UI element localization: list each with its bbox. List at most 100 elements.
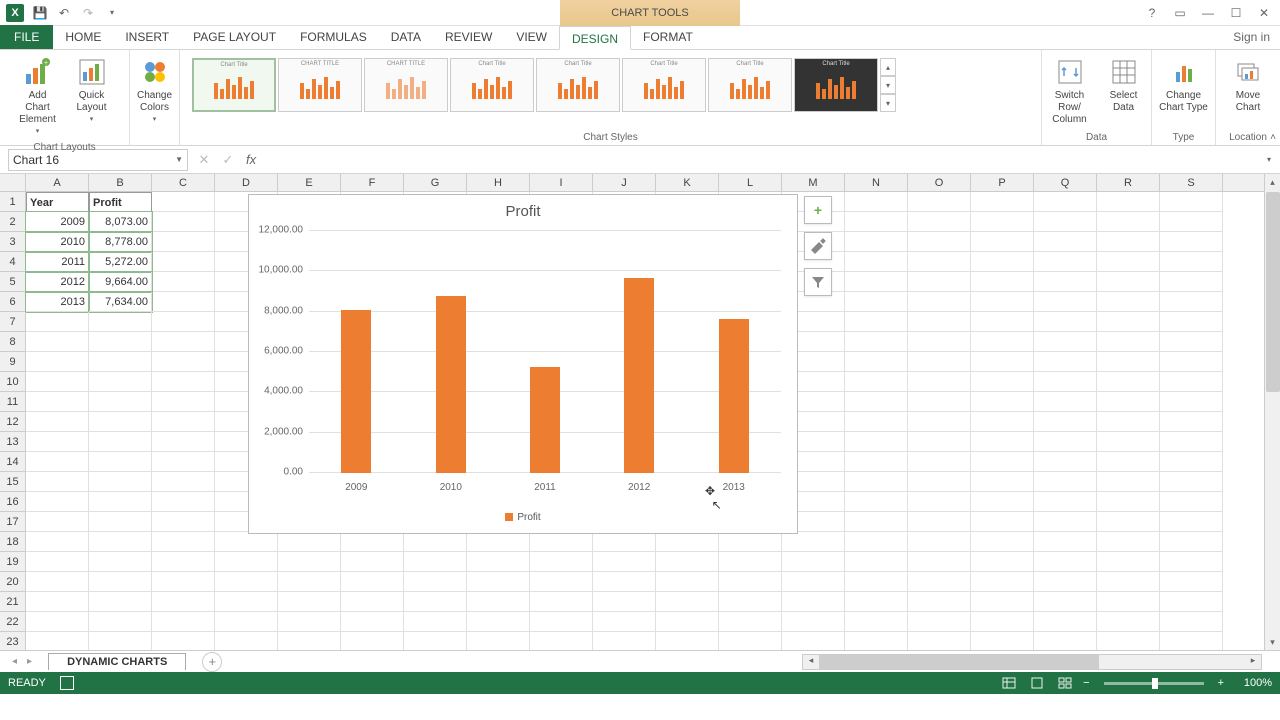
hscroll-right-icon[interactable]: ▸: [1245, 655, 1261, 669]
style-scroll-down[interactable]: ▾: [880, 76, 896, 94]
cell[interactable]: [89, 392, 152, 412]
macro-record-icon[interactable]: [60, 676, 74, 690]
cell[interactable]: [152, 232, 215, 252]
cell[interactable]: [152, 272, 215, 292]
formula-bar-input[interactable]: [262, 149, 1264, 171]
cell[interactable]: [1160, 372, 1223, 392]
chart-filters-button[interactable]: [804, 268, 832, 296]
cell[interactable]: [1097, 512, 1160, 532]
cell[interactable]: [656, 572, 719, 592]
cell[interactable]: [152, 512, 215, 532]
row-header[interactable]: 3: [0, 232, 26, 252]
cell[interactable]: [908, 372, 971, 392]
column-header[interactable]: P: [971, 174, 1034, 191]
cell[interactable]: [971, 592, 1034, 612]
cell[interactable]: [1097, 352, 1160, 372]
bar[interactable]: [341, 310, 371, 473]
sheet-nav-next[interactable]: ▸: [23, 656, 36, 667]
cell[interactable]: [1160, 572, 1223, 592]
cell[interactable]: [404, 532, 467, 552]
bar[interactable]: [719, 319, 749, 473]
cell[interactable]: [908, 252, 971, 272]
cell[interactable]: [971, 232, 1034, 252]
cell[interactable]: [593, 592, 656, 612]
cell[interactable]: [215, 592, 278, 612]
cell[interactable]: [1160, 432, 1223, 452]
cell[interactable]: [719, 552, 782, 572]
cell[interactable]: [404, 612, 467, 632]
cell[interactable]: [278, 592, 341, 612]
cell[interactable]: [908, 572, 971, 592]
cell[interactable]: 2012: [26, 272, 89, 292]
cell[interactable]: [152, 632, 215, 650]
cell[interactable]: [1097, 532, 1160, 552]
cell[interactable]: [971, 572, 1034, 592]
cell[interactable]: [845, 392, 908, 412]
cell[interactable]: [530, 532, 593, 552]
cell[interactable]: [1097, 292, 1160, 312]
cell[interactable]: [89, 452, 152, 472]
cell[interactable]: [26, 432, 89, 452]
cell[interactable]: [1097, 332, 1160, 352]
cell[interactable]: 8,778.00: [89, 232, 152, 252]
select-all-corner[interactable]: [0, 174, 26, 191]
cell[interactable]: [971, 332, 1034, 352]
row-header[interactable]: 18: [0, 532, 26, 552]
row-header[interactable]: 12: [0, 412, 26, 432]
cell[interactable]: [26, 592, 89, 612]
column-header[interactable]: E: [278, 174, 341, 191]
cell[interactable]: [152, 372, 215, 392]
cell[interactable]: [467, 532, 530, 552]
zoom-level[interactable]: 100%: [1232, 677, 1272, 689]
cell[interactable]: [908, 532, 971, 552]
cell[interactable]: [971, 532, 1034, 552]
cell[interactable]: [278, 632, 341, 650]
cell[interactable]: [1097, 472, 1160, 492]
cell[interactable]: [782, 592, 845, 612]
cell[interactable]: [782, 632, 845, 650]
signin-link[interactable]: Sign in: [1233, 25, 1270, 49]
cell[interactable]: [908, 272, 971, 292]
cell[interactable]: [719, 532, 782, 552]
cell[interactable]: [845, 292, 908, 312]
cell[interactable]: [89, 572, 152, 592]
cell[interactable]: [152, 332, 215, 352]
row-header[interactable]: 13: [0, 432, 26, 452]
cell[interactable]: [908, 332, 971, 352]
cell[interactable]: [845, 352, 908, 372]
page-layout-tab[interactable]: PAGE LAYOUT: [181, 25, 288, 49]
cell[interactable]: [152, 552, 215, 572]
column-header[interactable]: D: [215, 174, 278, 191]
cell[interactable]: [1034, 472, 1097, 492]
row-header[interactable]: 14: [0, 452, 26, 472]
chart-style-4[interactable]: Chart Title: [450, 58, 534, 112]
cell[interactable]: [89, 412, 152, 432]
column-header[interactable]: B: [89, 174, 152, 191]
column-header[interactable]: Q: [1034, 174, 1097, 191]
cell[interactable]: [782, 532, 845, 552]
cell[interactable]: [593, 612, 656, 632]
cell[interactable]: [26, 352, 89, 372]
page-layout-view-icon[interactable]: [1027, 675, 1047, 691]
formulas-tab[interactable]: FORMULAS: [288, 25, 379, 49]
row-header[interactable]: 4: [0, 252, 26, 272]
hscroll-thumb[interactable]: [819, 655, 1099, 669]
cell[interactable]: [1160, 552, 1223, 572]
insert-tab[interactable]: INSERT: [113, 25, 181, 49]
review-tab[interactable]: REVIEW: [433, 25, 504, 49]
cell[interactable]: [467, 572, 530, 592]
cell[interactable]: [215, 572, 278, 592]
cell[interactable]: [1097, 412, 1160, 432]
chart-elements-button[interactable]: +: [804, 196, 832, 224]
cell[interactable]: [908, 232, 971, 252]
horizontal-scrollbar[interactable]: ◂ ▸: [802, 654, 1262, 670]
cell[interactable]: [1160, 532, 1223, 552]
change-chart-type-button[interactable]: Change Chart Type: [1156, 54, 1212, 116]
cell[interactable]: [152, 572, 215, 592]
select-data-button[interactable]: Select Data: [1100, 54, 1148, 116]
cell[interactable]: [1097, 452, 1160, 472]
cell[interactable]: [530, 572, 593, 592]
cell[interactable]: [908, 412, 971, 432]
chart-style-5[interactable]: Chart Title: [536, 58, 620, 112]
cell[interactable]: [971, 392, 1034, 412]
